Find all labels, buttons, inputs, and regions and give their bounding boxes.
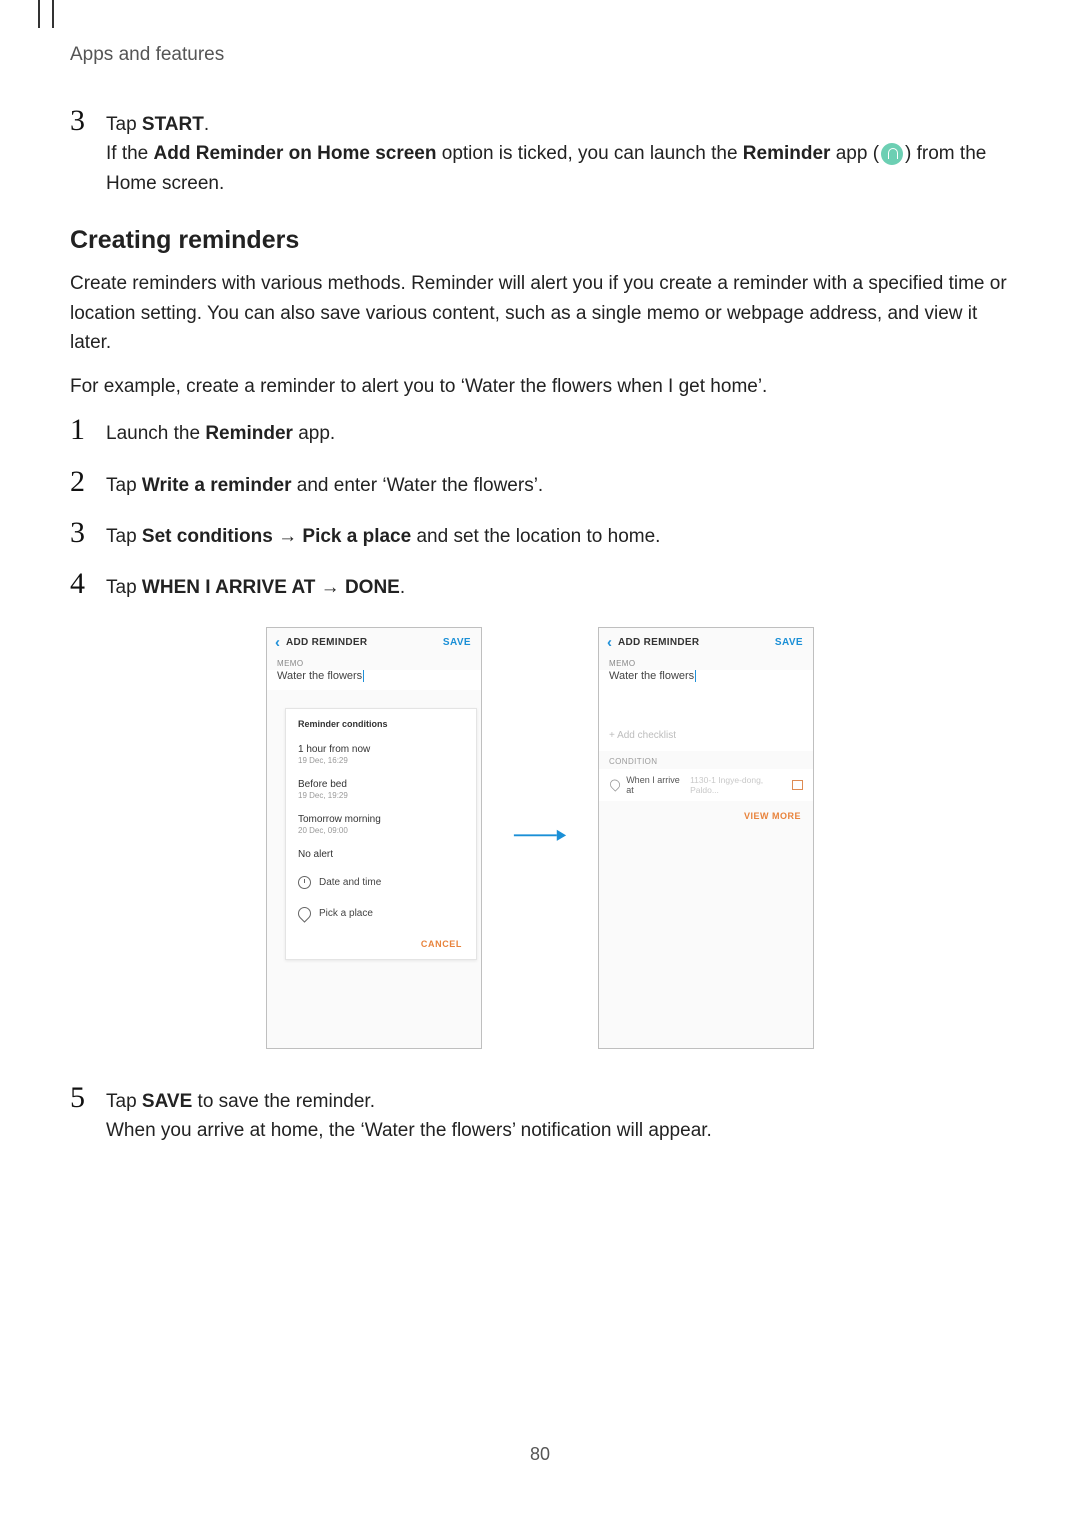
date-time-row[interactable]: Date and time	[286, 867, 476, 898]
step-body-4: Tap WHEN I ARRIVE AT → DONE.	[106, 569, 405, 602]
back-icon[interactable]: ‹	[275, 634, 280, 651]
text: and enter ‘Water the flowers’.	[292, 475, 544, 496]
breadcrumb: Apps and features	[70, 44, 1010, 66]
condition-row[interactable]: When I arrive at 1130-1 Ingye-dong, Pald…	[599, 769, 813, 801]
arrow-icon: →	[273, 526, 303, 547]
text: When you arrive at home, the ‘Water the …	[106, 1120, 712, 1141]
step-body-3: Tap START. If the Add Reminder on Home s…	[106, 106, 1010, 198]
condition-option[interactable]: Tomorrow morning 20 Dec, 09:00	[286, 807, 476, 842]
condition-option[interactable]: Before bed 19 Dec, 19:29	[286, 772, 476, 807]
text-bold: Write a reminder	[142, 475, 292, 496]
memo-input[interactable]: Water the flowers	[267, 670, 481, 690]
text-bold: SAVE	[142, 1091, 192, 1112]
back-icon[interactable]: ‹	[607, 634, 612, 651]
text-bold: Reminder	[743, 143, 831, 164]
popup-title: Reminder conditions	[286, 709, 476, 737]
view-more-button[interactable]: VIEW MORE	[599, 801, 813, 831]
option-label: Before bed	[298, 779, 464, 790]
step-number-4: 4	[70, 569, 106, 602]
text: Tap	[106, 1091, 142, 1112]
option-sub: 19 Dec, 19:29	[298, 791, 464, 800]
pick-place-row[interactable]: Pick a place	[286, 898, 476, 929]
text: app.	[293, 423, 335, 444]
text-bold: Pick a place	[302, 526, 411, 547]
location-icon	[608, 778, 622, 792]
condition-label: CONDITION	[599, 751, 813, 769]
text: to save the reminder.	[192, 1091, 375, 1112]
condition-address: 1130-1 Ingye-dong, Paldo...	[690, 775, 787, 795]
text-bold: START	[142, 114, 204, 135]
cancel-button[interactable]: CANCEL	[286, 929, 476, 959]
arrow-icon: →	[315, 577, 345, 598]
clock-icon	[298, 876, 311, 889]
page-number: 80	[0, 1444, 1080, 1465]
text: option is ticked, you can launch the	[436, 143, 742, 164]
section-heading: Creating reminders	[70, 226, 1010, 255]
paragraph: For example, create a reminder to alert …	[70, 372, 1010, 401]
add-checklist-button[interactable]: + Add checklist	[599, 730, 813, 751]
condition-text: When I arrive at	[626, 775, 685, 795]
text: Tap	[106, 475, 142, 496]
step-body-5: Tap SAVE to save the reminder. When you …	[106, 1083, 712, 1146]
condition-option[interactable]: No alert	[286, 842, 476, 867]
text-bold: Add Reminder on Home screen	[154, 143, 437, 164]
text: app (	[830, 143, 879, 164]
memo-label: MEMO	[267, 655, 481, 670]
step-number-2: 2	[70, 467, 106, 500]
memo-input[interactable]: Water the flowers	[599, 670, 813, 690]
reminder-app-icon	[881, 143, 903, 165]
screen-title: ADD REMINDER	[286, 637, 367, 648]
step-body-3b: Tap Set conditions → Pick a place and se…	[106, 518, 660, 551]
location-icon	[295, 904, 313, 922]
text: .	[204, 114, 209, 135]
text: Tap	[106, 577, 142, 598]
step-number-3: 3	[70, 106, 106, 198]
flow-arrow-icon	[512, 826, 568, 850]
condition-option[interactable]: 1 hour from now 19 Dec, 16:29	[286, 737, 476, 772]
step-number-3b: 3	[70, 518, 106, 551]
row-label: Pick a place	[319, 908, 373, 919]
option-label: 1 hour from now	[298, 744, 464, 755]
option-sub: 20 Dec, 09:00	[298, 826, 464, 835]
step-number-5: 5	[70, 1083, 106, 1146]
memo-label: MEMO	[599, 655, 813, 670]
text-bold: Set conditions	[142, 526, 273, 547]
row-label: Date and time	[319, 877, 381, 888]
text: If the	[106, 143, 154, 164]
save-button[interactable]: SAVE	[443, 637, 471, 648]
text: .	[400, 577, 405, 598]
step-number-1: 1	[70, 415, 106, 448]
save-button[interactable]: SAVE	[775, 637, 803, 648]
step-body-1: Launch the Reminder app.	[106, 415, 335, 448]
paragraph: Create reminders with various methods. R…	[70, 269, 1010, 357]
text: Launch the	[106, 423, 205, 444]
text-bold: WHEN I ARRIVE AT	[142, 577, 315, 598]
page-tab-notch	[38, 0, 54, 28]
option-label: Tomorrow morning	[298, 814, 464, 825]
text: and set the location to home.	[411, 526, 660, 547]
conditions-popup: Reminder conditions 1 hour from now 19 D…	[285, 708, 477, 960]
screenshot-left: ‹ ADD REMINDER SAVE MEMO Water the flowe…	[266, 627, 482, 1049]
text: Tap	[106, 526, 142, 547]
step-body-2: Tap Write a reminder and enter ‘Water th…	[106, 467, 543, 500]
option-sub: 19 Dec, 16:29	[298, 756, 464, 765]
screenshot-right: ‹ ADD REMINDER SAVE MEMO Water the flowe…	[598, 627, 814, 1049]
text-bold: Reminder	[205, 423, 293, 444]
option-label: No alert	[298, 849, 464, 860]
screen-title: ADD REMINDER	[618, 637, 699, 648]
map-icon	[792, 780, 803, 790]
text-bold: DONE	[345, 577, 400, 598]
text: Tap	[106, 114, 142, 135]
